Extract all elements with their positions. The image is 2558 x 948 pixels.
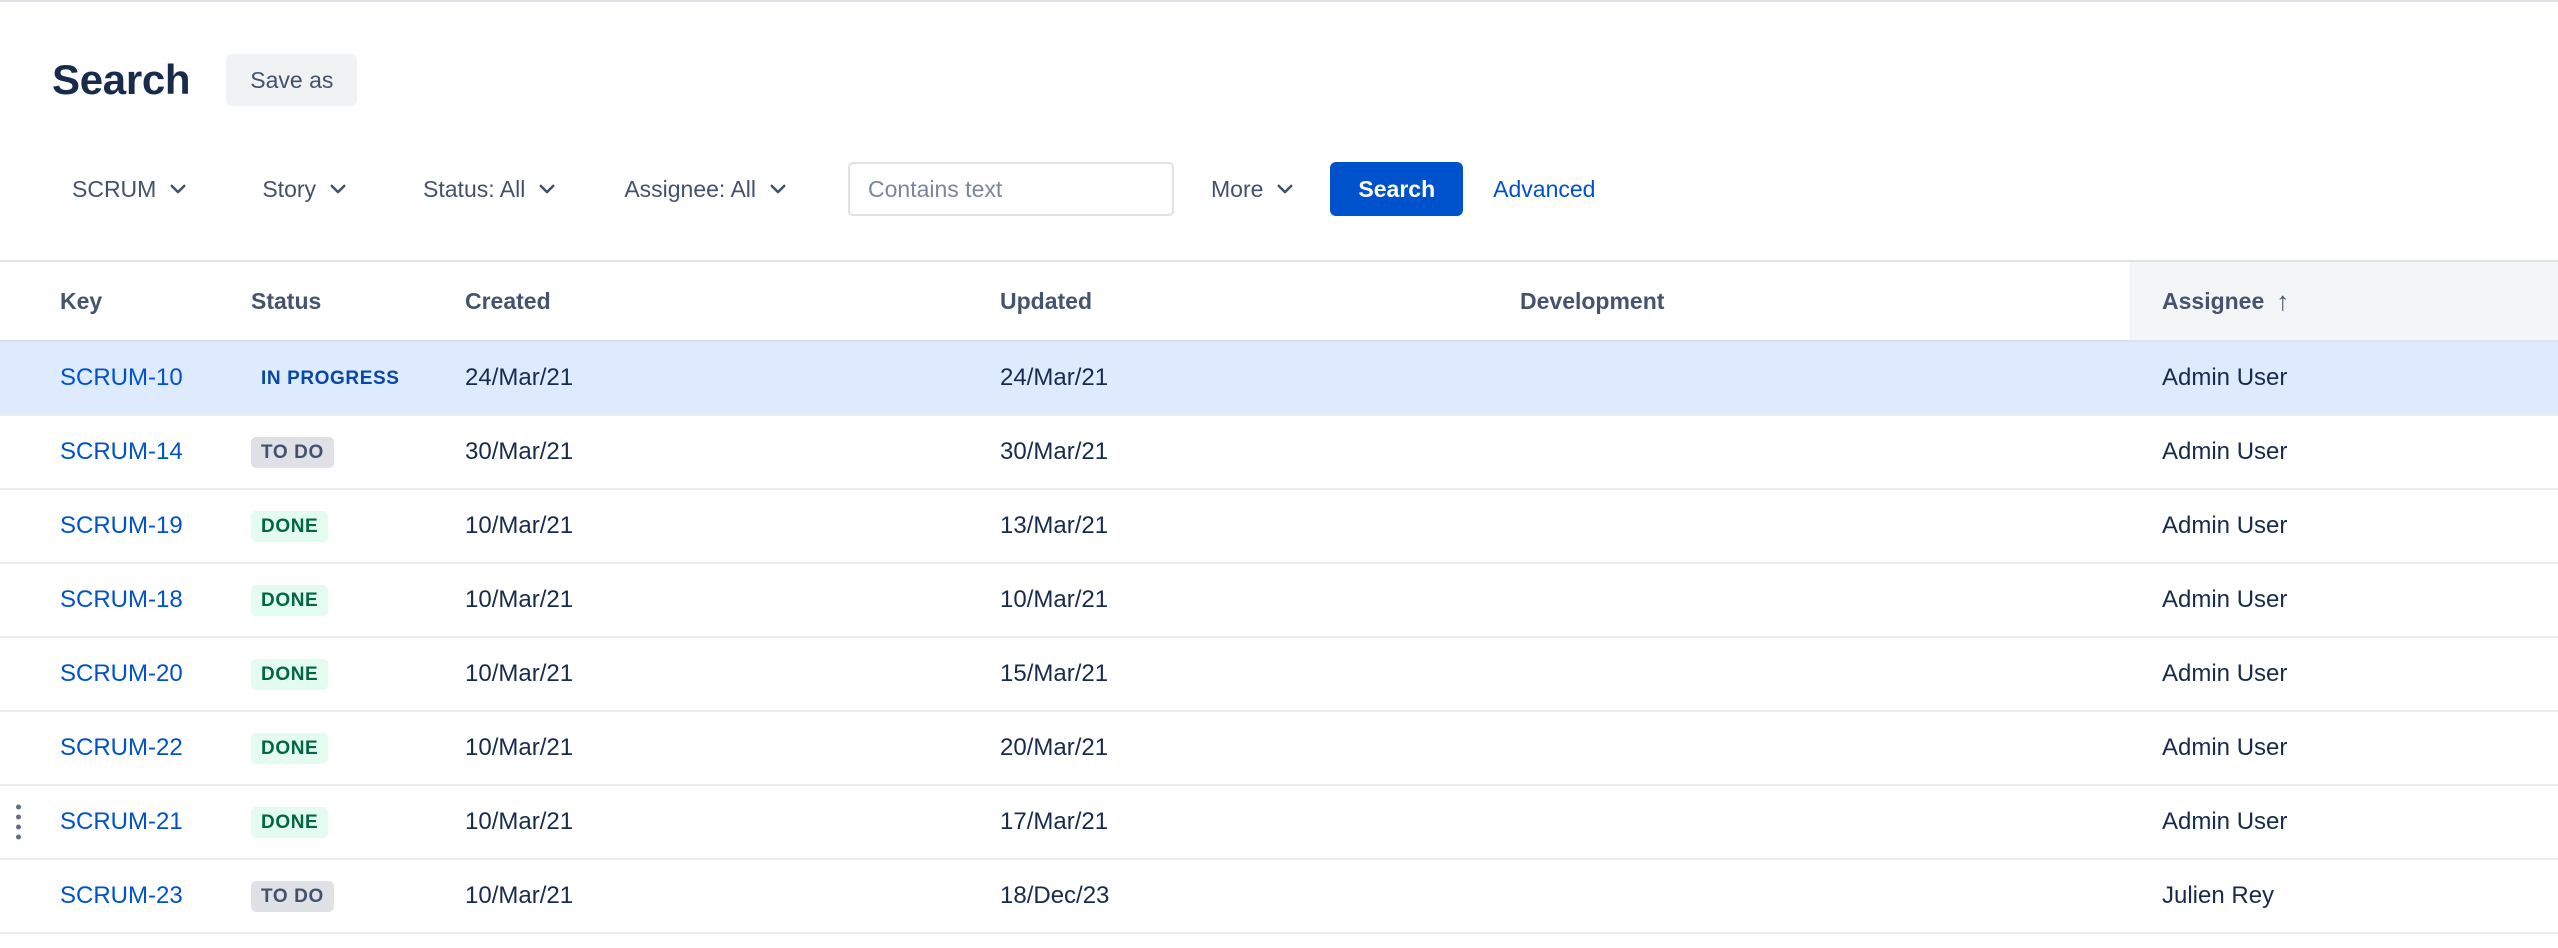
status-badge: IN PROGRESS	[251, 363, 410, 394]
status-badge: DONE	[251, 733, 328, 764]
assignee-filter-label: Assignee: All	[624, 176, 756, 203]
status-badge: DONE	[251, 511, 328, 542]
key-cell: SCRUM-19	[0, 512, 225, 540]
column-header-key[interactable]: Key	[0, 262, 225, 340]
type-filter-dropdown[interactable]: Story	[262, 176, 348, 203]
issue-table: Key Status Created Updated Development A…	[0, 260, 2558, 934]
chevron-down-icon	[1275, 179, 1295, 199]
status-cell: TO DO	[225, 881, 439, 912]
status-badge: TO DO	[251, 437, 334, 468]
created-cell: 10/Mar/21	[439, 808, 974, 836]
issue-key-link[interactable]: SCRUM-18	[60, 586, 183, 613]
key-cell: SCRUM-14	[0, 438, 225, 466]
chevron-down-icon	[768, 179, 788, 199]
table-row[interactable]: SCRUM-22 DONE 10/Mar/21 20/Mar/21 Admin …	[0, 712, 2558, 786]
table-row[interactable]: SCRUM-18 DONE 10/Mar/21 10/Mar/21 Admin …	[0, 564, 2558, 638]
updated-cell: 17/Mar/21	[974, 808, 1494, 836]
issue-key-link[interactable]: SCRUM-21	[60, 808, 183, 835]
type-filter-label: Story	[262, 176, 316, 203]
updated-cell: 10/Mar/21	[974, 586, 1494, 614]
save-as-button[interactable]: Save as	[226, 54, 357, 106]
issue-key-link[interactable]: SCRUM-19	[60, 512, 183, 539]
project-filter-label: SCRUM	[72, 176, 156, 203]
table-row[interactable]: SCRUM-23 TO DO 10/Mar/21 18/Dec/23 Julie…	[0, 860, 2558, 934]
table-row[interactable]: SCRUM-14 TO DO 30/Mar/21 30/Mar/21 Admin…	[0, 416, 2558, 490]
issue-key-link[interactable]: SCRUM-20	[60, 660, 183, 687]
updated-cell: 15/Mar/21	[974, 660, 1494, 688]
more-filters-label: More	[1211, 176, 1263, 203]
column-header-created[interactable]: Created	[439, 262, 974, 340]
row-drag-handle[interactable]	[10, 801, 27, 844]
created-cell: 30/Mar/21	[439, 438, 974, 466]
status-cell: DONE	[225, 807, 439, 838]
key-cell: SCRUM-23	[0, 882, 225, 910]
advanced-search-link[interactable]: Advanced	[1493, 176, 1595, 203]
text-search-input[interactable]	[848, 162, 1174, 216]
status-cell: TO DO	[225, 437, 439, 468]
key-cell: SCRUM-10	[0, 364, 225, 392]
filter-bar: SCRUM Story Status: All Assignee: All	[0, 162, 2558, 216]
issue-key-link[interactable]: SCRUM-23	[60, 882, 183, 909]
issue-search-page: Search Save as SCRUM Story Status: All A…	[0, 0, 2558, 948]
status-cell: DONE	[225, 733, 439, 764]
key-cell: SCRUM-21	[0, 808, 225, 836]
sort-ascending-icon: ↑	[2276, 286, 2289, 317]
assignee-cell: Julien Rey	[2129, 882, 2558, 910]
table-row[interactable]: SCRUM-19 DONE 10/Mar/21 13/Mar/21 Admin …	[0, 490, 2558, 564]
assignee-filter-dropdown[interactable]: Assignee: All	[624, 176, 788, 203]
created-cell: 10/Mar/21	[439, 660, 974, 688]
page-header: Search Save as	[0, 2, 2558, 106]
table-row[interactable]: SCRUM-21 DONE 10/Mar/21 17/Mar/21 Admin …	[0, 786, 2558, 860]
issue-key-link[interactable]: SCRUM-14	[60, 438, 183, 465]
created-cell: 10/Mar/21	[439, 512, 974, 540]
status-badge: TO DO	[251, 881, 334, 912]
column-header-assignee[interactable]: Assignee ↑	[2129, 262, 2558, 340]
key-cell: SCRUM-22	[0, 734, 225, 762]
status-badge: DONE	[251, 585, 328, 616]
updated-cell: 24/Mar/21	[974, 364, 1494, 392]
more-filters-dropdown[interactable]: More	[1211, 176, 1295, 203]
column-header-assignee-label: Assignee	[2162, 288, 2264, 315]
status-filter-dropdown[interactable]: Status: All	[423, 176, 557, 203]
table-row[interactable]: SCRUM-10 IN PROGRESS 24/Mar/21 24/Mar/21…	[0, 342, 2558, 416]
status-filter-label: Status: All	[423, 176, 525, 203]
assignee-cell: Admin User	[2129, 808, 2558, 836]
column-header-updated[interactable]: Updated	[974, 262, 1494, 340]
created-cell: 24/Mar/21	[439, 364, 974, 392]
assignee-cell: Admin User	[2129, 364, 2558, 392]
status-cell: DONE	[225, 511, 439, 542]
column-header-status[interactable]: Status	[225, 262, 439, 340]
updated-cell: 30/Mar/21	[974, 438, 1494, 466]
assignee-cell: Admin User	[2129, 438, 2558, 466]
issue-key-link[interactable]: SCRUM-22	[60, 734, 183, 761]
table-row[interactable]: SCRUM-20 DONE 10/Mar/21 15/Mar/21 Admin …	[0, 638, 2558, 712]
status-cell: DONE	[225, 659, 439, 690]
created-cell: 10/Mar/21	[439, 734, 974, 762]
updated-cell: 20/Mar/21	[974, 734, 1494, 762]
created-cell: 10/Mar/21	[439, 586, 974, 614]
status-badge: DONE	[251, 659, 328, 690]
project-filter-dropdown[interactable]: SCRUM	[72, 176, 188, 203]
status-badge: DONE	[251, 807, 328, 838]
issue-key-link[interactable]: SCRUM-10	[60, 364, 183, 391]
column-header-development[interactable]: Development	[1494, 262, 2129, 340]
chevron-down-icon	[328, 179, 348, 199]
created-cell: 10/Mar/21	[439, 882, 974, 910]
key-cell: SCRUM-20	[0, 660, 225, 688]
key-cell: SCRUM-18	[0, 586, 225, 614]
assignee-cell: Admin User	[2129, 512, 2558, 540]
assignee-cell: Admin User	[2129, 586, 2558, 614]
page-title: Search	[52, 59, 190, 101]
status-cell: DONE	[225, 585, 439, 616]
chevron-down-icon	[168, 179, 188, 199]
assignee-cell: Admin User	[2129, 660, 2558, 688]
updated-cell: 13/Mar/21	[974, 512, 1494, 540]
assignee-cell: Admin User	[2129, 734, 2558, 762]
table-header-row: Key Status Created Updated Development A…	[0, 262, 2558, 342]
status-cell: IN PROGRESS	[225, 363, 439, 394]
search-button[interactable]: Search	[1330, 162, 1463, 216]
updated-cell: 18/Dec/23	[974, 882, 1494, 910]
chevron-down-icon	[537, 179, 557, 199]
